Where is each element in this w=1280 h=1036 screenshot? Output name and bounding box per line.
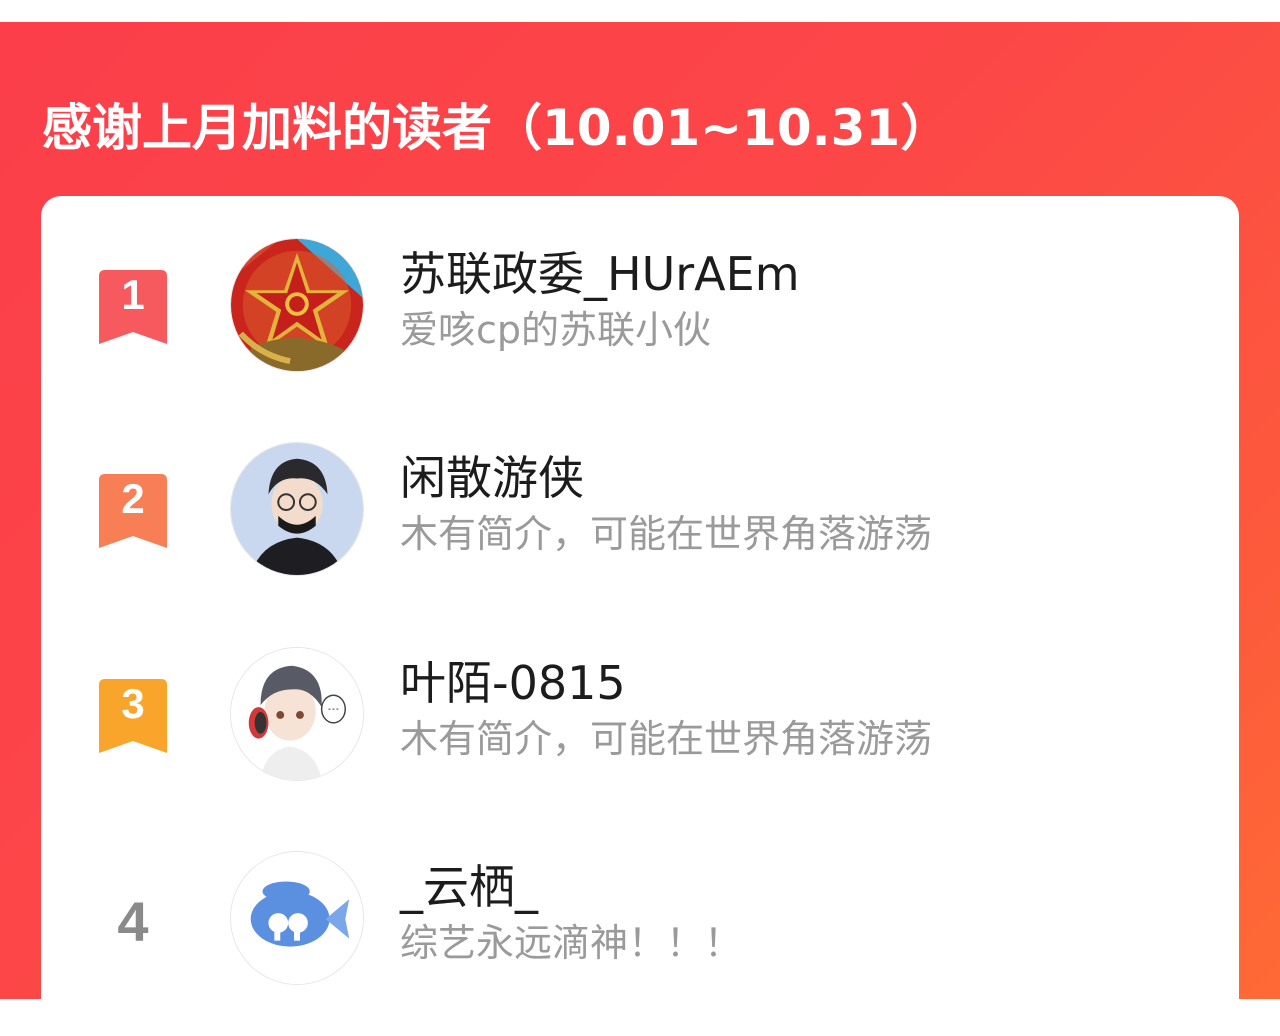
rank-2-ribbon-badge: 2 (99, 474, 167, 548)
reader-name: 苏联政委_HUrAEm (400, 247, 800, 301)
reader-name: 闲散游侠 (400, 451, 584, 505)
banner-title: 感谢上月加料的读者（10.01~10.31） (42, 99, 951, 157)
reader-row[interactable]: 4 _云栖_ 综艺永远滴神！！！ (41, 851, 1239, 991)
reader-name: _云栖_ (400, 860, 538, 914)
reader-row[interactable]: 2 闲散游侠 木有简介，可能在世界角落游荡 (41, 442, 1239, 582)
reader-bio: 综艺永远滴神！！！ (400, 921, 743, 965)
avatar[interactable] (230, 238, 364, 372)
reader-bio: 爱咳cp的苏联小伙 (400, 308, 712, 352)
reader-row[interactable]: 3 叶陌-0815 木有简介，可能在世界角落游荡 (41, 647, 1239, 787)
rank-number: 2 (121, 475, 145, 522)
reader-row[interactable]: 1 苏联政委_HUrAEm 爱咳cp的苏联小伙 (41, 238, 1239, 378)
headphone-boy-avatar-icon (231, 648, 363, 780)
rank-number: 4 (117, 890, 149, 953)
rank-1-ribbon-badge: 1 (99, 270, 167, 344)
blue-fish-avatar-icon (231, 852, 363, 984)
rank-number: 3 (121, 680, 145, 727)
reader-bio: 木有简介，可能在世界角落游荡 (400, 512, 933, 556)
avatar[interactable] (230, 647, 364, 781)
avatar[interactable] (230, 442, 364, 576)
avatar[interactable] (230, 851, 364, 985)
thanks-banner: 感谢上月加料的读者（10.01~10.31） 1 苏联政委_HUrAEm 爱咳c… (0, 22, 1280, 1036)
rank-number: 1 (121, 271, 145, 318)
soviet-star-avatar-icon (231, 239, 363, 371)
reader-bio: 木有简介，可能在世界角落游荡 (400, 717, 933, 761)
reader-ranking-card: 1 苏联政委_HUrAEm 爱咳cp的苏联小伙 2 闲散游侠 木有简介，可能在世… (41, 196, 1239, 1036)
rank-3-ribbon-badge: 3 (99, 679, 167, 753)
glasses-boy-avatar-icon (231, 443, 363, 575)
reader-name: 叶陌-0815 (400, 656, 626, 710)
